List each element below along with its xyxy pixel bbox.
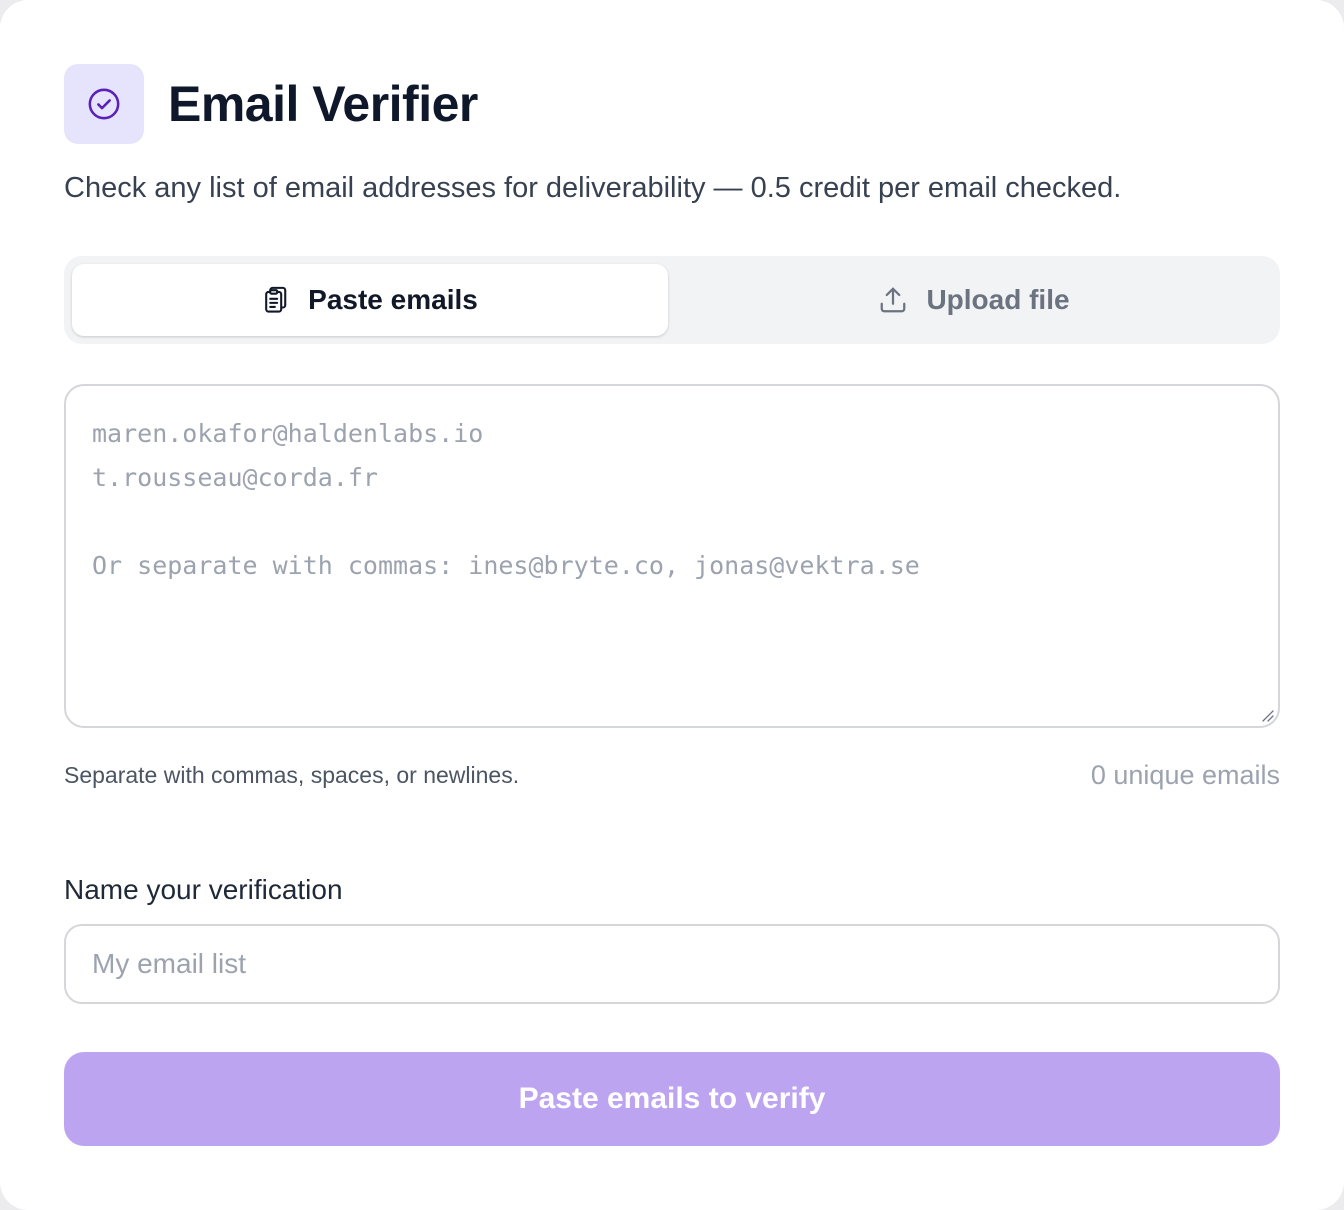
verification-name-label: Name your verification [64,874,343,905]
separator-hint: Separate with commas, spaces, or newline… [64,762,520,788]
unique-email-count: 0 unique emails [1090,760,1280,790]
logo-badge [64,64,144,144]
tab-paste-emails[interactable]: Paste emails [72,264,668,336]
header: Email Verifier [64,64,478,144]
tab-upload-file-label: Upload file [926,284,1070,315]
emails-textarea[interactable]: maren.okafor@haldenlabs.io t.rousseau@cor… [64,384,1280,728]
resize-handle-icon[interactable] [1260,708,1274,722]
page-subtitle: Check any list of email addresses for de… [64,172,1122,204]
tab-paste-emails-label: Paste emails [308,284,478,315]
verify-button[interactable]: Paste emails to verify [64,1052,1280,1146]
placeholder-line: Or separate with commas: ines@bryte.co, … [92,551,920,580]
clipboard-icon [265,286,287,313]
verification-name-input[interactable] [64,924,1280,1004]
emails-placeholder: maren.okafor@haldenlabs.io t.rousseau@cor… [92,412,920,588]
check-circle-icon [88,88,120,120]
placeholder-line: maren.okafor@haldenlabs.io [92,419,484,448]
tab-upload-file[interactable]: Upload file [676,264,1272,336]
placeholder-line [92,500,920,544]
placeholder-line: t.rousseau@corda.fr [92,463,378,492]
page-title: Email Verifier [168,76,478,132]
input-mode-tabs: Paste emails Upload file [64,256,1280,344]
upload-icon [881,287,906,313]
email-verifier-card: Email Verifier Check any list of email a… [0,0,1344,1210]
